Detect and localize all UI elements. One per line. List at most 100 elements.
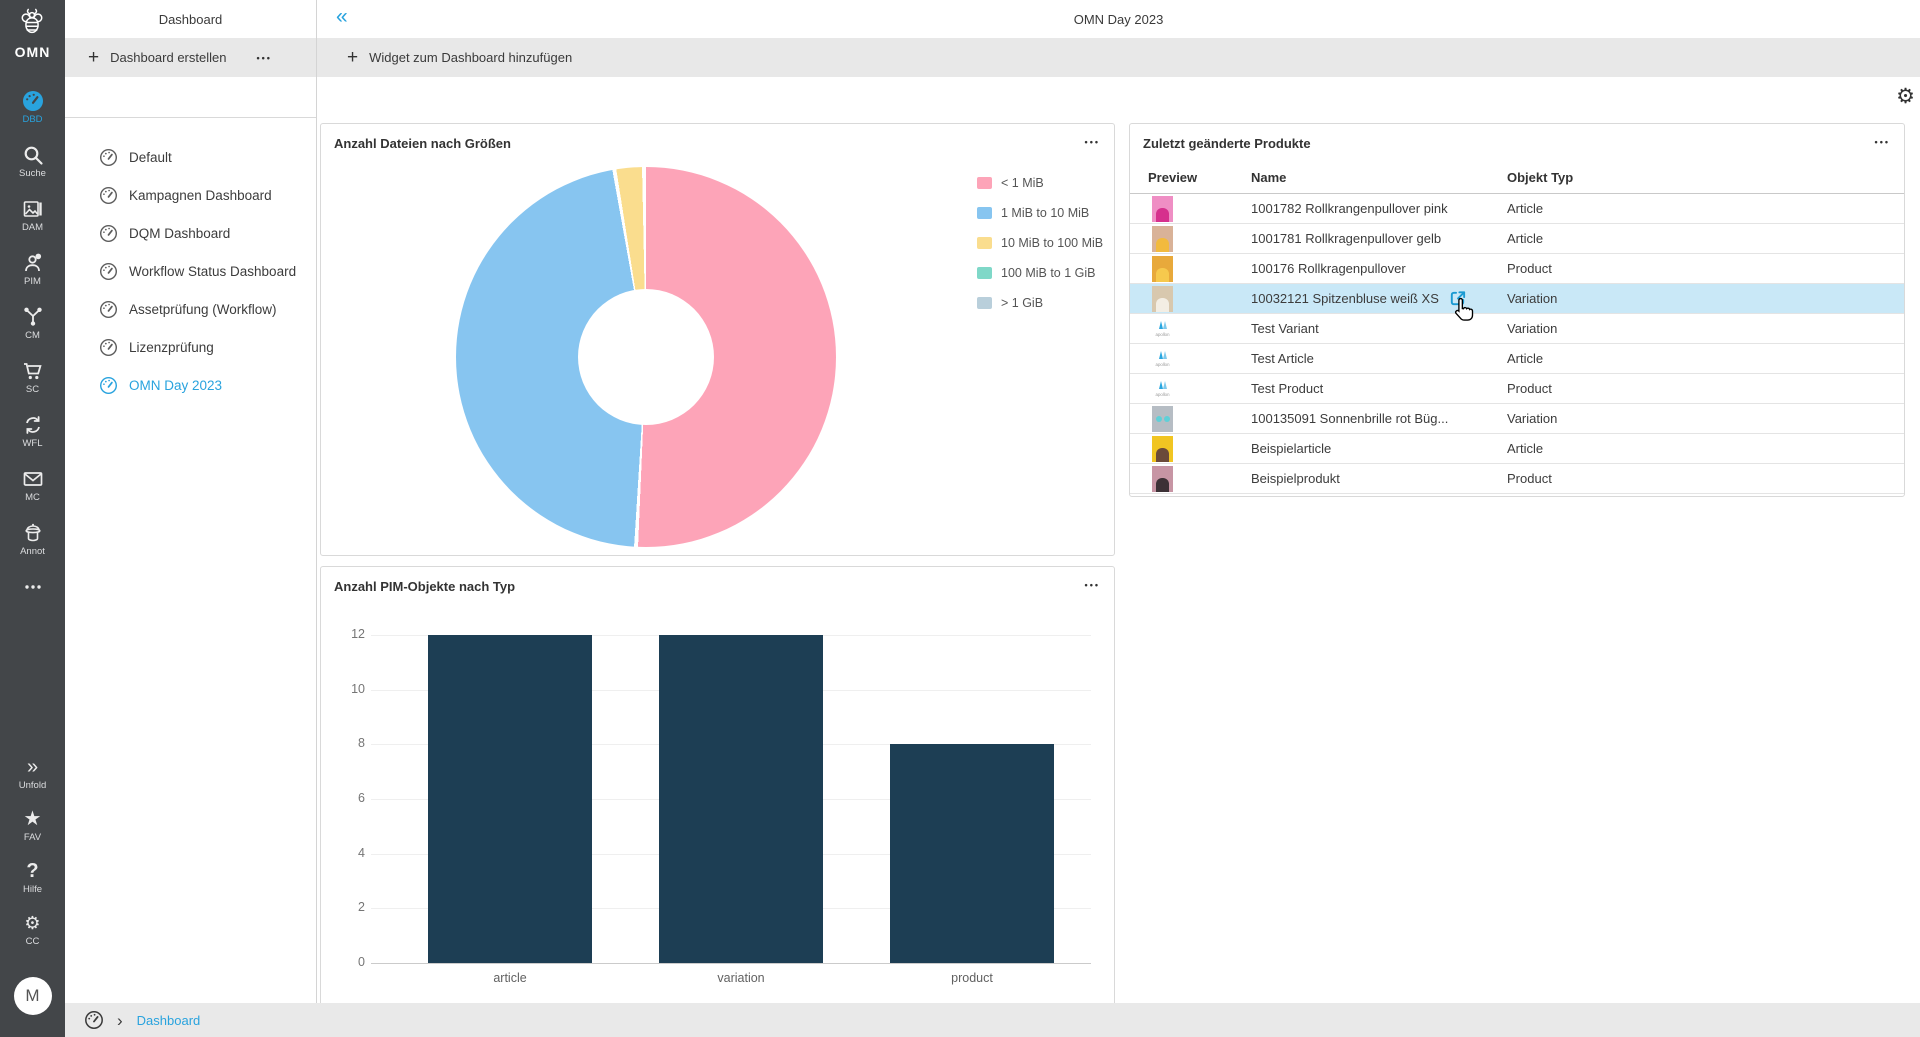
widget-menu-button[interactable]: •••: [1875, 137, 1890, 147]
sidebar-item-dqm-dashboard[interactable]: DQM Dashboard: [65, 214, 316, 252]
rail-item-suche[interactable]: Suche: [0, 144, 65, 179]
add-widget-button[interactable]: + Widget zum Dashboard hinzufügen: [317, 38, 1920, 77]
legend-item[interactable]: < 1 MiB: [977, 176, 1103, 190]
product-thumbnail: [1152, 256, 1173, 282]
table-body: 1001782 Rollkrangenpullover pinkArticle1…: [1130, 194, 1904, 494]
product-thumbnail: [1152, 436, 1173, 462]
rail-item-fav[interactable]: ★FAV: [0, 808, 65, 843]
apollon-logo-icon: [1158, 377, 1168, 392]
rail-item-dbd[interactable]: DBD: [0, 90, 65, 125]
mail-icon: [22, 468, 44, 490]
rail-item-label: Unfold: [19, 780, 46, 791]
rail-item-mc[interactable]: MC: [0, 468, 65, 503]
rail-item-wfl[interactable]: WFL: [0, 414, 65, 449]
left-rail: OMN DBD Suche DAM PIM CM SC WFL MC Annot » Unfold…: [0, 0, 65, 1037]
legend-swatch: [977, 207, 992, 219]
double-chevron-right-icon: »: [27, 756, 38, 778]
rail-item-label: Annot: [20, 546, 45, 557]
create-dashboard-label: Dashboard erstellen: [110, 50, 226, 65]
legend-item[interactable]: 100 MiB to 1 GiB: [977, 266, 1103, 280]
rail-item-unfold[interactable]: » Unfold: [0, 756, 65, 791]
rail-item-hilfe[interactable]: ?Hilfe: [0, 860, 65, 895]
thumb-logo-text: apollon: [1156, 332, 1170, 337]
legend-swatch: [977, 267, 992, 279]
legend-item[interactable]: > 1 GiB: [977, 296, 1103, 310]
chevron-right-icon: ›: [117, 1012, 123, 1029]
table-row[interactable]: BeispielproduktProduct: [1130, 464, 1904, 494]
donut-legend: < 1 MiB 1 MiB to 10 MiB 10 MiB to 100 MiB 1…: [977, 176, 1103, 310]
dashboard-gauge-icon: [99, 148, 118, 167]
product-thumbnail: [1152, 286, 1173, 312]
product-name: 1001782 Rollkrangenpullover pink: [1251, 194, 1448, 224]
rail-item-dam[interactable]: DAM: [0, 198, 65, 233]
rail-item-label: PIM: [24, 276, 41, 287]
table-row[interactable]: apollonTest ProductProduct: [1130, 374, 1904, 404]
apollon-logo-icon: [1158, 347, 1168, 362]
breadcrumb-dashboard-link[interactable]: Dashboard: [137, 1013, 201, 1028]
sidebar-item-default[interactable]: Default: [65, 138, 316, 176]
product-type: Article: [1507, 434, 1543, 464]
person-icon: [22, 252, 44, 274]
thumb-figure: [1156, 238, 1169, 252]
sidebar-item-omn-day-2023[interactable]: OMN Day 2023: [65, 366, 316, 404]
y-tick-label: 2: [321, 900, 365, 914]
rail-item-more[interactable]: [0, 576, 65, 598]
product-name: Test Product: [1251, 374, 1323, 404]
rail-nav-bottom: » Unfold ★FAV ?Hilfe ⚙CC: [0, 756, 65, 951]
legend-item[interactable]: 10 MiB to 100 MiB: [977, 236, 1103, 250]
rail-item-cm[interactable]: CM: [0, 306, 65, 341]
user-avatar[interactable]: M: [14, 977, 52, 1015]
rail-item-label: SC: [26, 384, 39, 395]
product-thumbnail: [1152, 406, 1173, 432]
bar: [659, 635, 823, 963]
rail-item-pim[interactable]: PIM: [0, 252, 65, 287]
table-row[interactable]: apollonTest VariantVariation: [1130, 314, 1904, 344]
legend-label: 1 MiB to 10 MiB: [1001, 206, 1089, 220]
thumb-logo-text: apollon: [1156, 362, 1170, 367]
sidebar-item-label: OMN Day 2023: [129, 378, 222, 393]
divider: [65, 117, 316, 118]
dashboard-gauge-icon: [84, 1010, 104, 1030]
sidebar-title: Dashboard: [65, 0, 316, 38]
bar: [428, 635, 592, 963]
widget-recent-products: Zuletzt geänderte Produkte ••• Preview N…: [1129, 123, 1905, 497]
rail-item-label: MC: [25, 492, 40, 503]
sidebar-item-workflow-status-dashboard[interactable]: Workflow Status Dashboard: [65, 252, 316, 290]
dashboard-gauge-filled-icon: [21, 90, 45, 112]
rail-item-sc[interactable]: SC: [0, 360, 65, 395]
page-title: OMN Day 2023: [317, 0, 1920, 38]
rail-item-cc[interactable]: ⚙CC: [0, 912, 65, 947]
product-thumbnail: [1152, 226, 1173, 252]
sidebar-more-menu[interactable]: •••: [256, 53, 271, 63]
table-row[interactable]: apollonTest ArticleArticle: [1130, 344, 1904, 374]
more-dots-icon: [22, 576, 44, 598]
sidebar-item-kampagnen-dashboard[interactable]: Kampagnen Dashboard: [65, 176, 316, 214]
table-row[interactable]: 1001782 Rollkrangenpullover pinkArticle: [1130, 194, 1904, 224]
table-row[interactable]: 1001781 Rollkragenpullover gelbArticle: [1130, 224, 1904, 254]
table-row[interactable]: 100135091 Sonnenbrille rot Büg...Variati…: [1130, 404, 1904, 434]
table-row[interactable]: 100176 RollkragenpulloverProduct: [1130, 254, 1904, 284]
sidebar-item-lizenzpr-fung[interactable]: Lizenzprüfung: [65, 328, 316, 366]
donut-overlay: [456, 167, 836, 547]
dashboard-settings-gear-icon[interactable]: ⚙: [1896, 84, 1915, 109]
table-row[interactable]: 10032121 Spitzenbluse weiß XSVariation: [1130, 284, 1904, 314]
create-dashboard-button[interactable]: + Dashboard erstellen •••: [65, 38, 316, 77]
legend-swatch: [977, 237, 992, 249]
y-tick-label: 6: [321, 791, 365, 805]
widget-menu-button[interactable]: •••: [1085, 137, 1100, 147]
omn-logo[interactable]: OMN: [15, 8, 51, 60]
bee-logo-icon: [17, 8, 47, 43]
legend-item[interactable]: 1 MiB to 10 MiB: [977, 206, 1103, 220]
y-tick-label: 0: [321, 955, 365, 969]
widget-title: Zuletzt geänderte Produkte: [1143, 136, 1311, 151]
product-type: Variation: [1507, 284, 1557, 314]
thumb-figure: [1156, 478, 1169, 492]
rail-item-label: WFL: [22, 438, 42, 449]
table-row[interactable]: BeispielarticleArticle: [1130, 434, 1904, 464]
sidebar-item-label: Lizenzprüfung: [129, 340, 214, 355]
dashboard-gauge-icon: [99, 376, 118, 395]
y-tick-label: 12: [321, 627, 365, 641]
y-tick-label: 4: [321, 846, 365, 860]
sidebar-item-assetpr-fung-workflow-[interactable]: Assetprüfung (Workflow): [65, 290, 316, 328]
rail-item-annot[interactable]: Annot: [0, 522, 65, 557]
